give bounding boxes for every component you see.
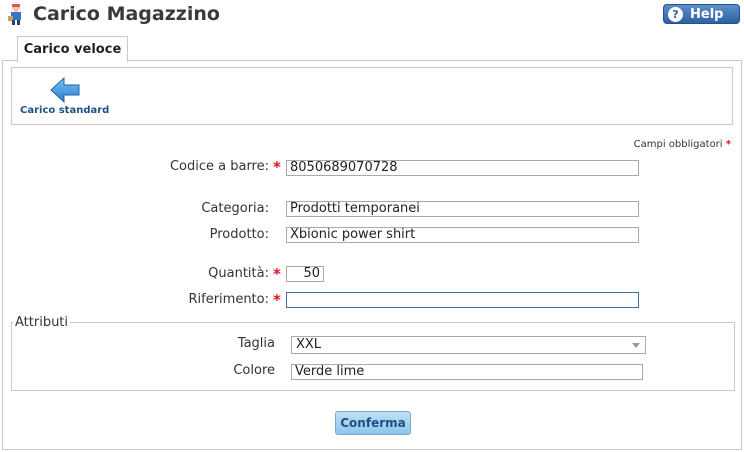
quantity-required-star: * [273,265,281,283]
page-title: Carico Magazzino [33,3,220,25]
warehouse-worker-icon [8,4,21,25]
reference-field[interactable] [286,292,639,308]
chevron-down-icon [632,343,640,348]
toolbar: Carico standard [11,67,733,125]
product-label: Prodotto: [209,227,269,242]
help-button[interactable]: ? Help [663,4,740,24]
tab-carico-veloce[interactable]: Carico veloce [17,36,128,62]
attributes-legend: Attributi [13,315,71,330]
main-panel: Carico standard Campi obbligatori * Codi… [2,60,742,450]
size-label: Taglia [237,336,275,351]
size-selected-value: XXL [296,337,322,352]
size-select[interactable]: XXL [291,336,646,354]
left-arrow-icon [50,76,80,104]
category-label: Categoria: [201,201,269,216]
reference-required-star: * [273,291,281,309]
barcode-label: Codice a barre: [169,159,269,174]
attributes-fieldset [11,322,735,391]
header-bar: Carico Magazzino ? Help [0,0,744,30]
carico-standard-button[interactable]: Carico standard [20,74,110,120]
required-star-icon: * [725,139,731,150]
color-label: Colore [233,363,275,378]
carico-standard-label: Carico standard [20,105,110,116]
product-field[interactable]: Xbionic power shirt [286,227,639,243]
barcode-required-star: * [273,158,281,176]
required-fields-note: Campi obbligatori * [634,139,731,150]
reference-label: Riferimento: [188,292,269,307]
confirm-button[interactable]: Conferma [335,411,411,435]
quantity-label: Quantità: [208,266,269,281]
required-note-text: Campi obbligatori [633,139,723,150]
color-field[interactable]: Verde lime [291,364,643,380]
help-label: Help [690,6,724,22]
quantity-field[interactable]: 50 [286,266,324,282]
category-field[interactable]: Prodotti temporanei [286,201,639,217]
barcode-field[interactable]: 8050689070728 [286,160,639,176]
question-mark-icon: ? [668,6,683,22]
